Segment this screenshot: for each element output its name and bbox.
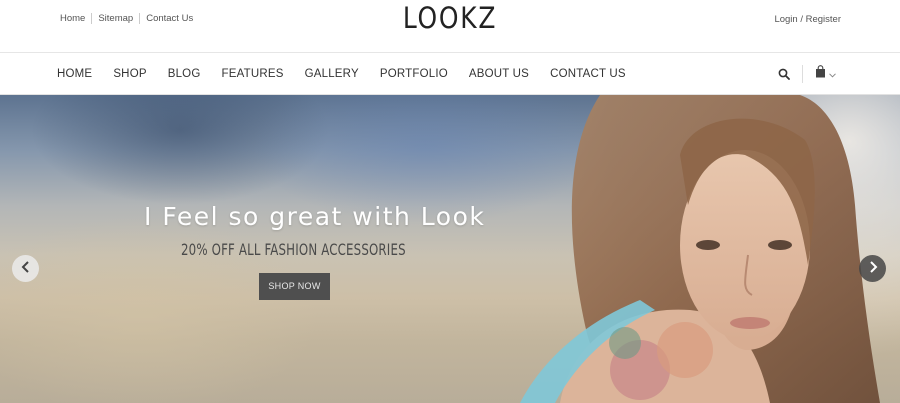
login-register-link[interactable]: Login / Register — [774, 14, 841, 25]
shop-now-button[interactable]: SHOP NOW — [259, 273, 330, 300]
hero-subheadline: 20% OFF ALL FASHION ACCESSORIES — [181, 240, 406, 259]
top-bar: Home Sitemap Contact Us LOOKZ Login / Re… — [0, 0, 900, 52]
nav-item-home[interactable]: HOME — [57, 68, 92, 80]
slider-prev-button[interactable] — [12, 255, 39, 282]
chevron-down-icon — [829, 65, 836, 83]
nav-icons — [778, 65, 836, 83]
chevron-left-icon — [21, 260, 31, 278]
nav-item-portfolio[interactable]: PORTFOLIO — [380, 68, 448, 80]
main-nav-bar: HOME SHOP BLOG FEATURES GALLERY PORTFOLI… — [0, 52, 900, 95]
main-nav: HOME SHOP BLOG FEATURES GALLERY PORTFOLI… — [57, 68, 647, 80]
nav-item-gallery[interactable]: GALLERY — [305, 68, 359, 80]
cart-button[interactable] — [815, 65, 836, 83]
nav-item-shop[interactable]: SHOP — [113, 68, 146, 80]
nav-item-features[interactable]: FEATURES — [221, 68, 283, 80]
hero-slider: I Feel so great with Look 20% OFF ALL FA… — [0, 95, 900, 403]
site-logo[interactable]: LOOKZ — [63, 1, 837, 35]
hero-headline: I Feel so great with Look — [144, 202, 486, 231]
chevron-right-icon — [868, 260, 878, 278]
nav-item-contact-us[interactable]: CONTACT US — [550, 68, 626, 80]
search-icon[interactable] — [778, 68, 790, 80]
nav-item-about-us[interactable]: ABOUT US — [469, 68, 529, 80]
hero-model-image — [520, 95, 900, 403]
slider-next-button[interactable] — [859, 255, 886, 282]
nav-item-blog[interactable]: BLOG — [168, 68, 201, 80]
nav-icon-divider — [802, 65, 803, 83]
shopping-bag-icon — [815, 65, 826, 83]
